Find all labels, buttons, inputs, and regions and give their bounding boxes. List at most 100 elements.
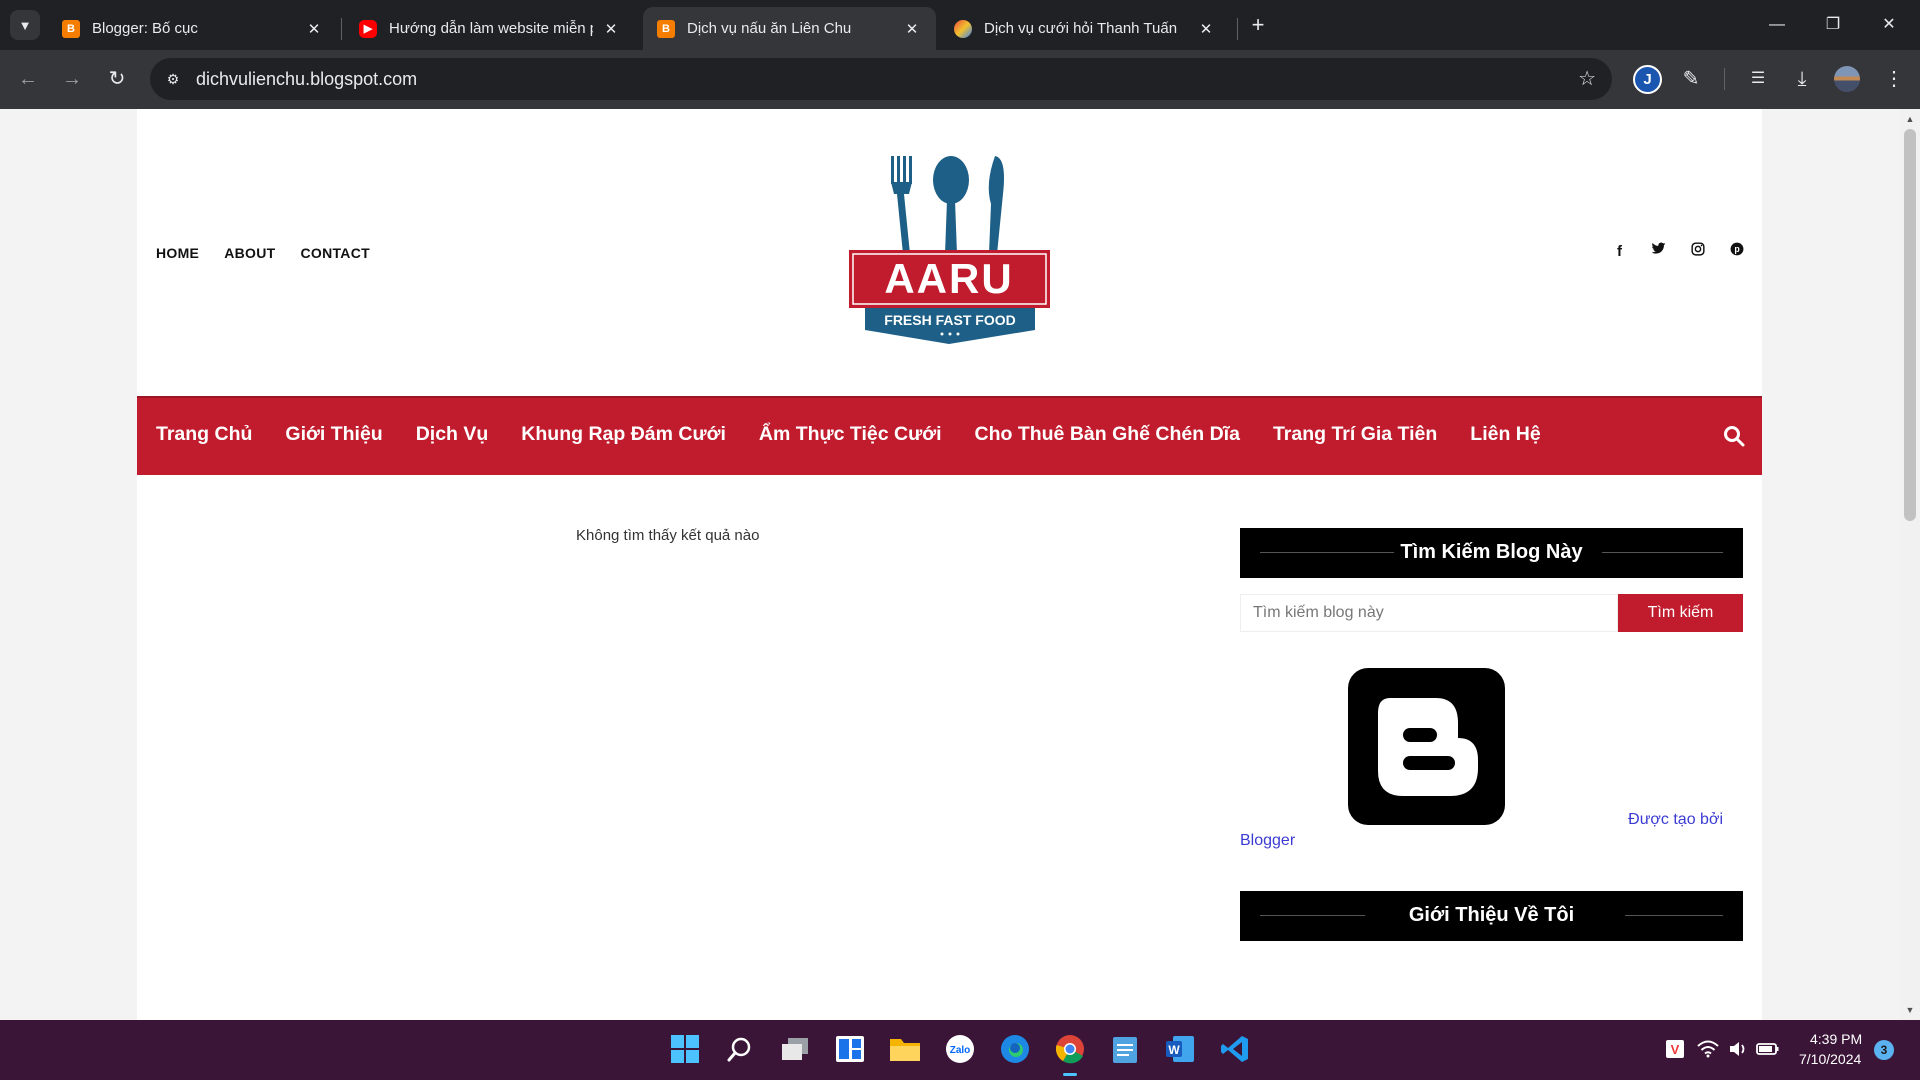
clock-date[interactable]: 7/10/2024 — [1799, 1051, 1861, 1067]
address-bar[interactable]: ⚙ dichvulienchu.blogspot.com ☆ — [150, 58, 1612, 100]
social-icons: f p — [1612, 242, 1744, 262]
svg-text:Zalo: Zalo — [950, 1045, 971, 1056]
forward-button[interactable]: → — [58, 65, 86, 93]
page-scrollbar[interactable]: ▲ ▼ — [1900, 109, 1920, 1020]
nav-item-khung-rap[interactable]: Khung Rạp Đám Cưới — [521, 423, 726, 446]
site-info-icon[interactable]: ⚙ — [158, 64, 188, 94]
new-tab-button[interactable]: + — [1245, 12, 1271, 38]
download-icon[interactable]: ⤓ — [1788, 65, 1816, 93]
chrome-icon[interactable] — [1052, 1031, 1088, 1067]
nav-item-cho-thue[interactable]: Cho Thuê Bàn Ghế Chén Dĩa — [975, 423, 1240, 446]
nav-item-trang-tri[interactable]: Trang Trí Gia Tiên — [1273, 423, 1437, 446]
blog-page: HOME ABOUT CONTACT AARU FRESH FAST FOOD … — [137, 109, 1762, 1020]
blog-search-button[interactable]: Tìm kiếm — [1618, 594, 1743, 632]
pinterest-icon[interactable]: p — [1729, 242, 1744, 262]
profile-avatar[interactable] — [1834, 66, 1860, 92]
nav-item-lien-he[interactable]: Liên Hệ — [1470, 423, 1540, 446]
aaru-logo[interactable]: AARU FRESH FAST FOOD — [847, 154, 1052, 346]
vivaldi-tray-icon[interactable]: V — [1657, 1031, 1693, 1067]
tab-title: Hướng dẫn làm website miễn p — [389, 20, 593, 37]
menu-kebab-icon[interactable]: ⋮ — [1880, 65, 1908, 93]
svg-text:V: V — [1671, 1042, 1680, 1057]
notification-badge[interactable]: 3 — [1874, 1040, 1894, 1060]
close-window-button[interactable]: ✕ — [1866, 10, 1912, 40]
top-nav-about[interactable]: ABOUT — [224, 245, 275, 261]
vscode-icon[interactable] — [1217, 1031, 1253, 1067]
nav-item-dich-vu[interactable]: Dịch Vụ — [416, 423, 489, 446]
web-viewport: HOME ABOUT CONTACT AARU FRESH FAST FOOD … — [0, 109, 1900, 1020]
clock-time[interactable]: 4:39 PM — [1810, 1031, 1862, 1047]
blogger-icon: B — [657, 19, 675, 38]
blogger-logo[interactable] — [1348, 668, 1505, 825]
top-nav-contact[interactable]: CONTACT — [300, 245, 370, 261]
extensions-puzzle-icon[interactable]: ✎ — [1677, 65, 1705, 93]
scroll-down-arrow-icon[interactable]: ▼ — [1900, 1000, 1920, 1020]
tab-search-button[interactable]: ▼ — [10, 10, 40, 40]
extension-j-icon[interactable]: J — [1633, 65, 1662, 94]
active-app-indicator — [1063, 1073, 1077, 1076]
widget-header-search: Tìm Kiếm Blog Này — [1240, 528, 1743, 578]
facebook-icon[interactable]: f — [1612, 242, 1627, 262]
toolbar-divider — [1724, 68, 1725, 90]
arrow-left-icon: ← — [18, 68, 38, 90]
main-nav-bar: Trang Chủ Giới Thiệu Dịch Vụ Khung Rạp Đ… — [137, 396, 1762, 475]
tab-dich-vu-nau-an[interactable]: B Dịch vụ nấu ăn Liên Chu ✕ — [643, 7, 936, 50]
blogger-icon — [1378, 698, 1478, 796]
scroll-up-arrow-icon[interactable]: ▲ — [1900, 109, 1920, 129]
tab-separator — [341, 18, 342, 40]
task-view-icon[interactable] — [777, 1031, 813, 1067]
tab-dich-vu-cuoi-hoi[interactable]: Dịch vụ cưới hỏi Thanh Tuấn ✕ — [940, 7, 1230, 50]
plus-icon: + — [1251, 12, 1265, 37]
svg-text:p: p — [1734, 244, 1739, 254]
tab-strip: ▼ B Blogger: Bố cục ✕ ▶ Hướng dẫn làm we… — [0, 0, 1920, 50]
close-icon[interactable]: ✕ — [1196, 20, 1216, 38]
tab-separator — [1237, 18, 1238, 40]
nav-item-gioi-thieu[interactable]: Giới Thiệu — [285, 423, 382, 446]
minimize-icon: — — [1769, 16, 1785, 33]
browser-toolbar: ← → ↻ ⚙ dichvulienchu.blogspot.com ☆ J ✎… — [0, 50, 1920, 109]
windows-start-icon[interactable] — [667, 1031, 703, 1067]
file-explorer-icon[interactable] — [887, 1031, 923, 1067]
url-text[interactable]: dichvulienchu.blogspot.com — [196, 69, 417, 90]
close-icon[interactable]: ✕ — [601, 20, 621, 38]
arrow-right-icon: → — [62, 68, 82, 90]
minimize-button[interactable]: — — [1754, 10, 1800, 40]
notepad-icon[interactable] — [1107, 1031, 1143, 1067]
windows-taskbar: Zalo W V 4:39 PM 7/10/2024 3 — [0, 1020, 1920, 1080]
reload-button[interactable]: ↻ — [103, 65, 131, 93]
close-icon: ✕ — [1882, 16, 1896, 33]
logo-tagline: FRESH FAST FOOD — [884, 312, 1015, 328]
top-nav-home[interactable]: HOME — [156, 245, 199, 261]
close-icon[interactable]: ✕ — [902, 20, 922, 38]
scroll-thumb[interactable] — [1904, 129, 1916, 521]
media-control-icon[interactable]: ☰ — [1744, 65, 1772, 93]
search-icon[interactable] — [722, 1031, 758, 1067]
blogger-icon: B — [62, 19, 80, 38]
word-icon[interactable]: W — [1162, 1031, 1198, 1067]
edge-icon[interactable] — [997, 1031, 1033, 1067]
no-results-message: Không tìm thấy kết quả nào — [576, 527, 760, 544]
instagram-icon[interactable] — [1690, 242, 1705, 262]
nav-item-am-thuc[interactable]: Ẩm Thực Tiệc Cưới — [759, 423, 942, 446]
battery-icon[interactable] — [1750, 1031, 1786, 1067]
widgets-icon[interactable] — [832, 1031, 868, 1067]
powered-by-link[interactable]: Blogger — [1240, 830, 1743, 851]
widget-header-about: Giới Thiệu Về Tôi — [1240, 891, 1743, 941]
tab-youtube[interactable]: ▶ Hướng dẫn làm website miễn p ✕ — [345, 7, 635, 50]
bookmark-star-icon[interactable]: ☆ — [1578, 66, 1596, 91]
zalo-icon[interactable]: Zalo — [942, 1031, 978, 1067]
search-icon[interactable] — [1722, 424, 1746, 448]
back-button[interactable]: ← — [14, 65, 42, 93]
close-icon[interactable]: ✕ — [304, 20, 324, 38]
logo-name: AARU — [884, 255, 1013, 302]
svg-text:W: W — [1168, 1043, 1180, 1057]
twitter-icon[interactable] — [1651, 242, 1666, 262]
restore-icon: ❐ — [1825, 16, 1841, 33]
nav-item-trang-chu[interactable]: Trang Chủ — [156, 423, 252, 446]
tab-blogger-layout[interactable]: B Blogger: Bố cục ✕ — [48, 7, 338, 50]
powered-by-label[interactable]: Được tạo bởi — [1240, 809, 1743, 830]
blog-search-input[interactable]: Tìm kiếm blog này — [1240, 594, 1618, 632]
tab-title: Dịch vụ cưới hỏi Thanh Tuấn — [984, 20, 1178, 37]
tab-title: Blogger: Bố cục — [92, 20, 198, 37]
restore-button[interactable]: ❐ — [1810, 10, 1856, 40]
